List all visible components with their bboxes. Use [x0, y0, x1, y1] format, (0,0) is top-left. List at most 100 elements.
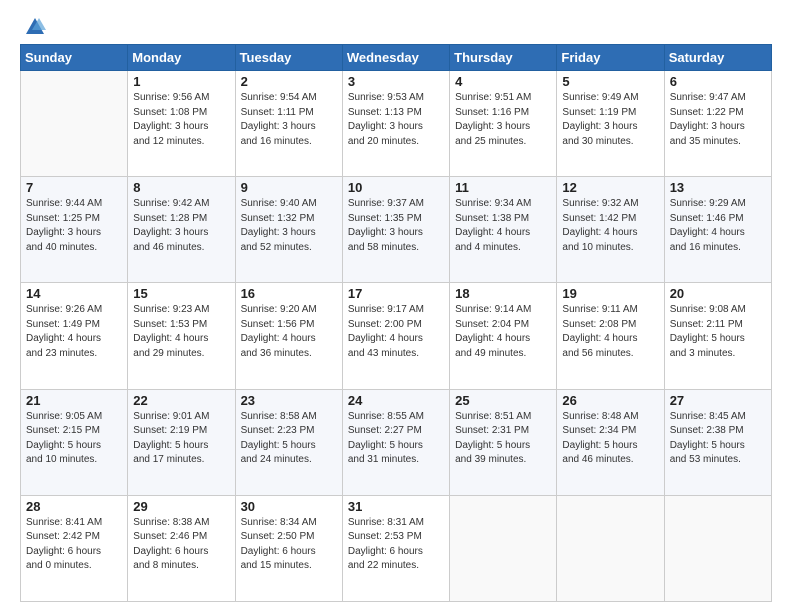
- day-detail: Sunrise: 8:38 AMSunset: 2:46 PMDaylight:…: [133, 516, 229, 574]
- calendar-cell: 2 Sunrise: 9:54 AMSunset: 1:11 PMDaylight…: [235, 71, 342, 177]
- col-header-tuesday: Tuesday: [235, 45, 342, 71]
- day-detail: Sunrise: 8:31 AMSunset: 2:53 PMDaylight:…: [348, 516, 444, 574]
- day-number: 27: [670, 393, 766, 408]
- col-header-friday: Friday: [557, 45, 664, 71]
- calendar-cell: 17 Sunrise: 9:17 AMSunset: 2:00 PMDayligh…: [342, 283, 449, 389]
- day-number: 28: [26, 499, 122, 514]
- day-number: 12: [562, 180, 658, 195]
- calendar-week-row: 14 Sunrise: 9:26 AMSunset: 1:49 PMDayligh…: [21, 283, 772, 389]
- day-detail: Sunrise: 9:14 AMSunset: 2:04 PMDaylight:…: [455, 303, 551, 361]
- day-detail: Sunrise: 9:42 AMSunset: 1:28 PMDaylight:…: [133, 197, 229, 255]
- logo-icon: [24, 16, 46, 38]
- calendar-cell: 27 Sunrise: 8:45 AMSunset: 2:38 PMDayligh…: [664, 389, 771, 495]
- day-number: 26: [562, 393, 658, 408]
- calendar-cell: [21, 71, 128, 177]
- col-header-thursday: Thursday: [450, 45, 557, 71]
- calendar-table: SundayMondayTuesdayWednesdayThursdayFrid…: [20, 44, 772, 602]
- day-detail: Sunrise: 9:20 AMSunset: 1:56 PMDaylight:…: [241, 303, 337, 361]
- page: SundayMondayTuesdayWednesdayThursdayFrid…: [0, 0, 792, 612]
- day-number: 30: [241, 499, 337, 514]
- day-number: 3: [348, 74, 444, 89]
- day-detail: Sunrise: 9:11 AMSunset: 2:08 PMDaylight:…: [562, 303, 658, 361]
- day-number: 18: [455, 286, 551, 301]
- calendar-cell: 8 Sunrise: 9:42 AMSunset: 1:28 PMDaylight…: [128, 177, 235, 283]
- day-detail: Sunrise: 8:48 AMSunset: 2:34 PMDaylight:…: [562, 410, 658, 468]
- calendar-cell: [557, 495, 664, 601]
- calendar-cell: 31Sunrise: 8:31 AMSunset: 2:53 PMDayligh…: [342, 495, 449, 601]
- day-detail: Sunrise: 8:51 AMSunset: 2:31 PMDaylight:…: [455, 410, 551, 468]
- day-detail: Sunrise: 8:34 AMSunset: 2:50 PMDaylight:…: [241, 516, 337, 574]
- day-number: 25: [455, 393, 551, 408]
- day-detail: Sunrise: 9:51 AMSunset: 1:16 PMDaylight:…: [455, 91, 551, 149]
- day-number: 17: [348, 286, 444, 301]
- col-header-wednesday: Wednesday: [342, 45, 449, 71]
- calendar-cell: 6 Sunrise: 9:47 AMSunset: 1:22 PMDaylight…: [664, 71, 771, 177]
- day-number: 10: [348, 180, 444, 195]
- calendar-week-row: 1 Sunrise: 9:56 AMSunset: 1:08 PMDaylight…: [21, 71, 772, 177]
- day-detail: Sunrise: 8:41 AMSunset: 2:42 PMDaylight:…: [26, 516, 122, 574]
- day-detail: Sunrise: 9:44 AMSunset: 1:25 PMDaylight:…: [26, 197, 122, 255]
- calendar-cell: [450, 495, 557, 601]
- col-header-saturday: Saturday: [664, 45, 771, 71]
- calendar-week-row: 28 Sunrise: 8:41 AMSunset: 2:42 PMDayligh…: [21, 495, 772, 601]
- logo: [20, 16, 46, 34]
- calendar-cell: 26 Sunrise: 8:48 AMSunset: 2:34 PMDayligh…: [557, 389, 664, 495]
- day-detail: Sunrise: 8:45 AMSunset: 2:38 PMDaylight:…: [670, 410, 766, 468]
- calendar-cell: 4 Sunrise: 9:51 AMSunset: 1:16 PMDaylight…: [450, 71, 557, 177]
- calendar-cell: 19 Sunrise: 9:11 AMSunset: 2:08 PMDayligh…: [557, 283, 664, 389]
- day-detail: Sunrise: 9:17 AMSunset: 2:00 PMDaylight:…: [348, 303, 444, 361]
- calendar-header-row: SundayMondayTuesdayWednesdayThursdayFrid…: [21, 45, 772, 71]
- day-number: 19: [562, 286, 658, 301]
- day-detail: Sunrise: 9:53 AMSunset: 1:13 PMDaylight:…: [348, 91, 444, 149]
- calendar-cell: 5Sunrise: 9:49 AMSunset: 1:19 PMDaylight…: [557, 71, 664, 177]
- day-detail: Sunrise: 9:01 AMSunset: 2:19 PMDaylight:…: [133, 410, 229, 468]
- day-detail: Sunrise: 9:34 AMSunset: 1:38 PMDaylight:…: [455, 197, 551, 255]
- day-number: 1: [133, 74, 229, 89]
- day-number: 23: [241, 393, 337, 408]
- day-number: 11: [455, 180, 551, 195]
- day-number: 14: [26, 286, 122, 301]
- day-number: 7: [26, 180, 122, 195]
- day-number: 15: [133, 286, 229, 301]
- calendar-cell: 1 Sunrise: 9:56 AMSunset: 1:08 PMDaylight…: [128, 71, 235, 177]
- calendar-week-row: 21Sunrise: 9:05 AMSunset: 2:15 PMDayligh…: [21, 389, 772, 495]
- day-detail: Sunrise: 8:55 AMSunset: 2:27 PMDaylight:…: [348, 410, 444, 468]
- day-number: 13: [670, 180, 766, 195]
- calendar-cell: 9 Sunrise: 9:40 AMSunset: 1:32 PMDaylight…: [235, 177, 342, 283]
- day-detail: Sunrise: 9:26 AMSunset: 1:49 PMDaylight:…: [26, 303, 122, 361]
- day-detail: Sunrise: 9:54 AMSunset: 1:11 PMDaylight:…: [241, 91, 337, 149]
- calendar-cell: 23 Sunrise: 8:58 AMSunset: 2:23 PMDayligh…: [235, 389, 342, 495]
- calendar-cell: 29 Sunrise: 8:38 AMSunset: 2:46 PMDayligh…: [128, 495, 235, 601]
- calendar-cell: 15 Sunrise: 9:23 AMSunset: 1:53 PMDayligh…: [128, 283, 235, 389]
- day-detail: Sunrise: 9:37 AMSunset: 1:35 PMDaylight:…: [348, 197, 444, 255]
- calendar-cell: 10 Sunrise: 9:37 AMSunset: 1:35 PMDayligh…: [342, 177, 449, 283]
- day-detail: Sunrise: 9:47 AMSunset: 1:22 PMDaylight:…: [670, 91, 766, 149]
- col-header-monday: Monday: [128, 45, 235, 71]
- day-detail: Sunrise: 9:23 AMSunset: 1:53 PMDaylight:…: [133, 303, 229, 361]
- day-detail: Sunrise: 8:58 AMSunset: 2:23 PMDaylight:…: [241, 410, 337, 468]
- header: [20, 16, 772, 34]
- day-number: 20: [670, 286, 766, 301]
- day-number: 22: [133, 393, 229, 408]
- calendar-cell: 14 Sunrise: 9:26 AMSunset: 1:49 PMDayligh…: [21, 283, 128, 389]
- day-number: 8: [133, 180, 229, 195]
- day-number: 2: [241, 74, 337, 89]
- day-detail: Sunrise: 9:29 AMSunset: 1:46 PMDaylight:…: [670, 197, 766, 255]
- day-detail: Sunrise: 9:32 AMSunset: 1:42 PMDaylight:…: [562, 197, 658, 255]
- calendar-cell: 30 Sunrise: 8:34 AMSunset: 2:50 PMDayligh…: [235, 495, 342, 601]
- calendar-cell: 25 Sunrise: 8:51 AMSunset: 2:31 PMDayligh…: [450, 389, 557, 495]
- day-detail: Sunrise: 9:40 AMSunset: 1:32 PMDaylight:…: [241, 197, 337, 255]
- calendar-week-row: 7 Sunrise: 9:44 AMSunset: 1:25 PMDaylight…: [21, 177, 772, 283]
- day-detail: Sunrise: 9:56 AMSunset: 1:08 PMDaylight:…: [133, 91, 229, 149]
- day-number: 6: [670, 74, 766, 89]
- day-number: 4: [455, 74, 551, 89]
- day-number: 9: [241, 180, 337, 195]
- day-number: 29: [133, 499, 229, 514]
- day-number: 24: [348, 393, 444, 408]
- calendar-cell: 7 Sunrise: 9:44 AMSunset: 1:25 PMDaylight…: [21, 177, 128, 283]
- calendar-cell: 18 Sunrise: 9:14 AMSunset: 2:04 PMDayligh…: [450, 283, 557, 389]
- calendar-cell: 22 Sunrise: 9:01 AMSunset: 2:19 PMDayligh…: [128, 389, 235, 495]
- calendar-cell: 28 Sunrise: 8:41 AMSunset: 2:42 PMDayligh…: [21, 495, 128, 601]
- day-detail: Sunrise: 9:49 AMSunset: 1:19 PMDaylight:…: [562, 91, 658, 149]
- calendar-cell: 12 Sunrise: 9:32 AMSunset: 1:42 PMDayligh…: [557, 177, 664, 283]
